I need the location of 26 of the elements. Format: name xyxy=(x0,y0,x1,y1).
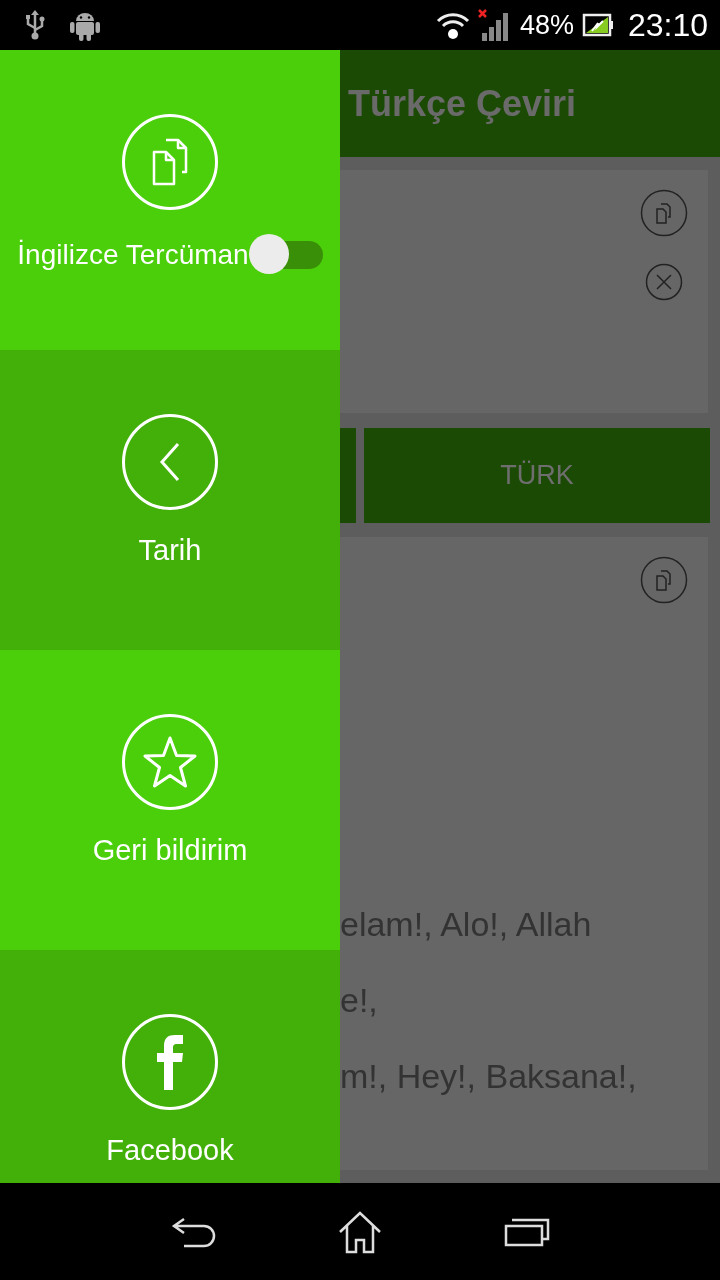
drawer-label: Tarih xyxy=(138,534,202,567)
battery-charging-icon xyxy=(581,13,614,37)
recent-apps-icon[interactable] xyxy=(503,1216,550,1247)
toggle-switch[interactable] xyxy=(248,234,323,276)
drawer-item[interactable]: Geri bildirim xyxy=(0,650,340,950)
input-card[interactable] xyxy=(340,170,708,413)
clock: 23:10 xyxy=(627,6,708,44)
back-chevron-icon xyxy=(158,442,182,482)
copy-icon[interactable] xyxy=(640,189,688,237)
copy-icon xyxy=(150,138,190,186)
wifi-icon xyxy=(435,10,470,40)
star-icon xyxy=(142,735,198,789)
copy-icon[interactable] xyxy=(640,556,688,604)
language-button[interactable]: TÜRK xyxy=(364,428,710,523)
drawer-label: Facebook xyxy=(106,1134,234,1167)
drawer-label: İngilizce Tercüman xyxy=(17,239,249,271)
drawer-item[interactable]: Tarih xyxy=(0,350,340,650)
home-icon[interactable] xyxy=(337,1209,383,1254)
battery-percent: 48% xyxy=(519,9,574,41)
usb-icon xyxy=(24,10,46,40)
drawer-item[interactable]: İngilizce Tercüman xyxy=(0,50,340,350)
app-title: Türkçe Çeviri xyxy=(348,82,577,125)
drawer-label: Geri bildirim xyxy=(92,834,248,867)
clear-icon[interactable] xyxy=(645,263,683,301)
facebook-icon xyxy=(156,1034,184,1090)
drawer-item[interactable]: Facebook xyxy=(0,950,340,1183)
